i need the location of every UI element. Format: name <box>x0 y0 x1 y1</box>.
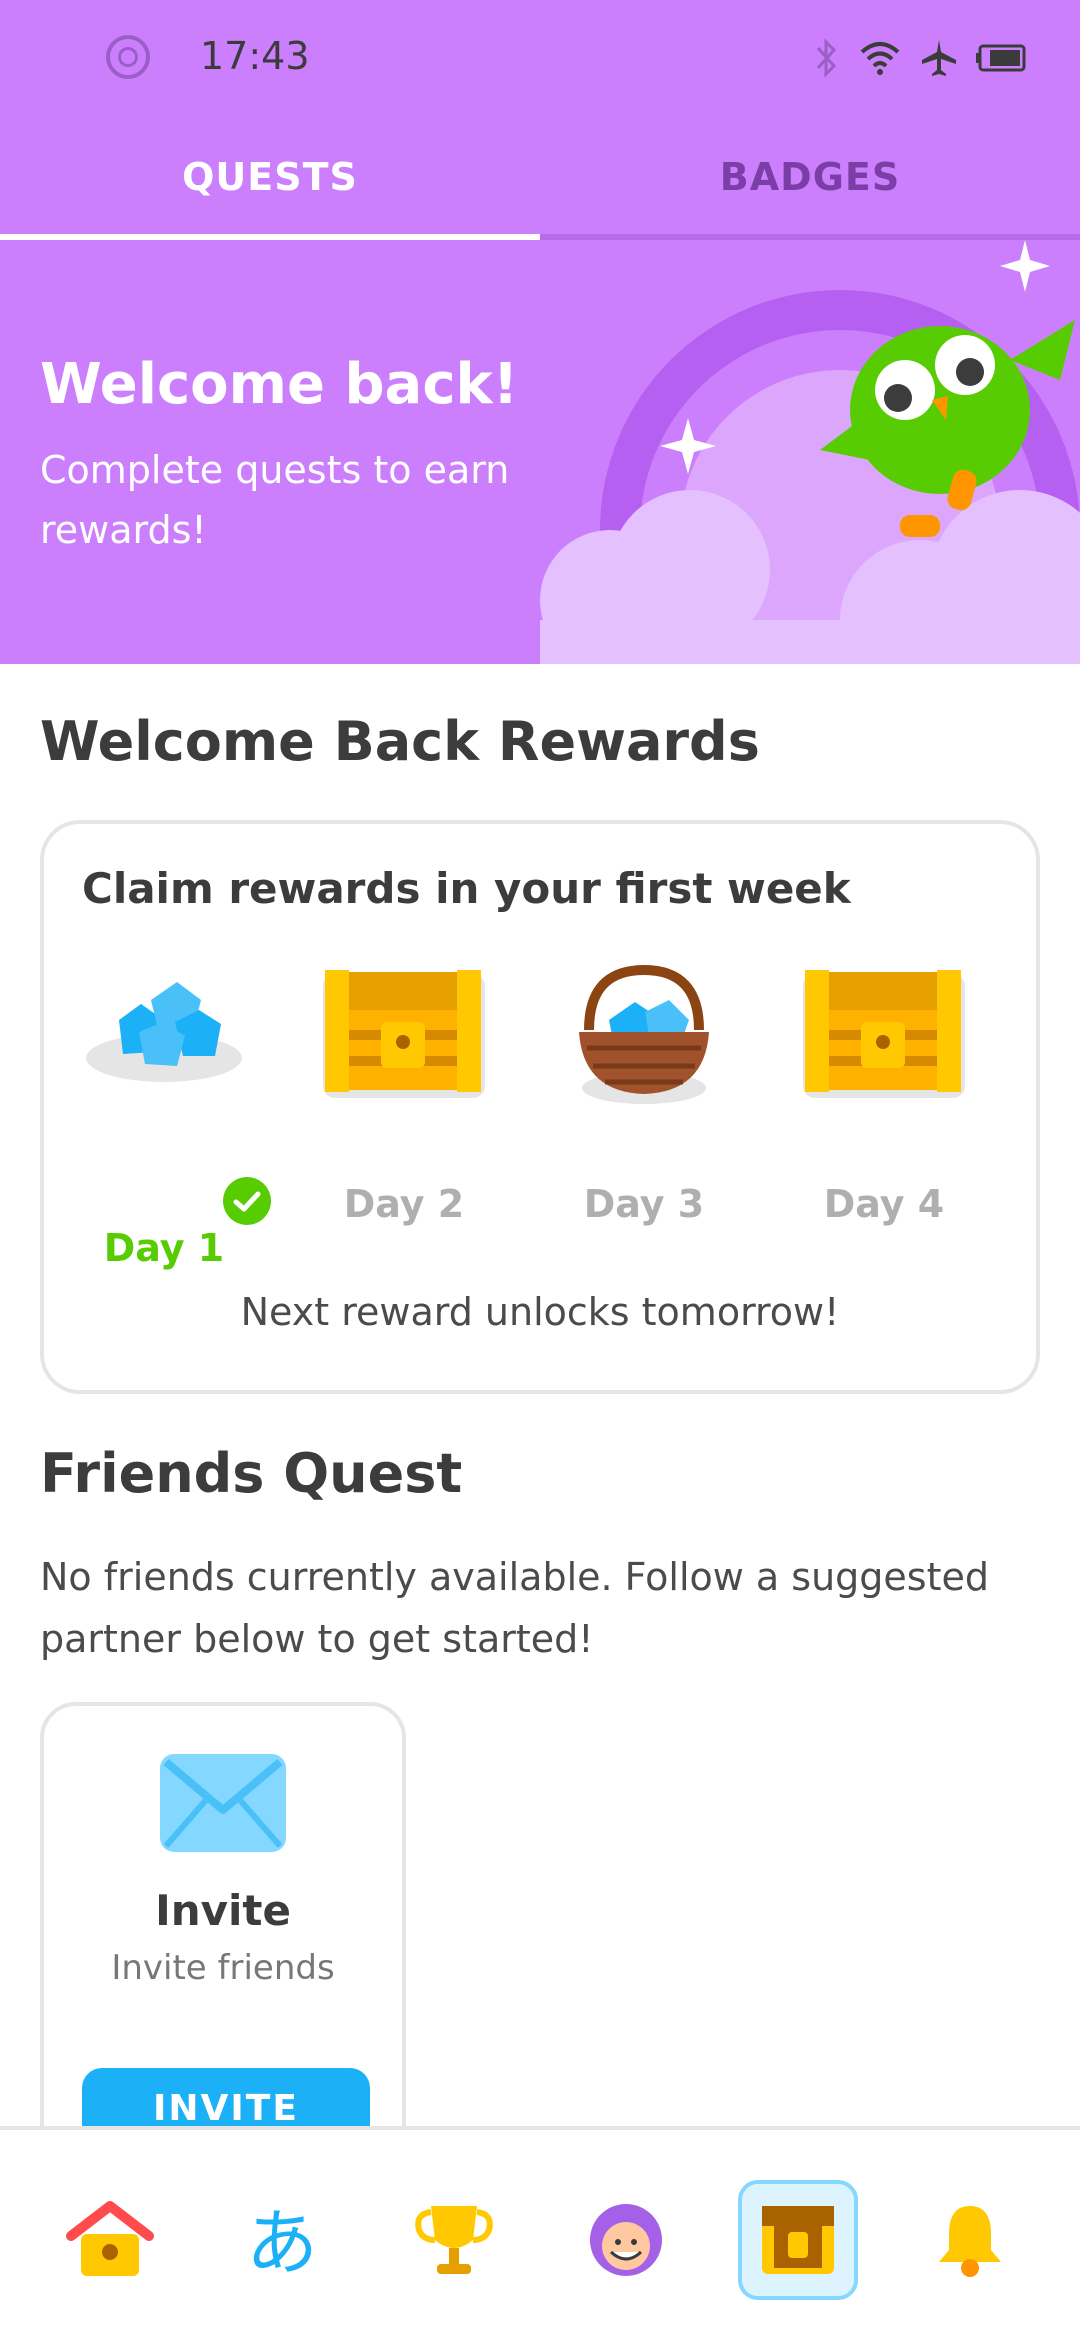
tab-bar: QUESTS BADGES <box>0 120 1080 240</box>
invite-card-subtitle: Invite friends <box>111 1948 335 1988</box>
battery-icon <box>976 44 1026 72</box>
rewards-card-title: Claim rewards in your first week <box>82 864 851 913</box>
welcome-banner: Welcome back! Complete quests to earn re… <box>0 240 1080 664</box>
rewards-heading: Welcome Back Rewards <box>40 710 760 773</box>
day-label: Day 4 <box>823 1182 945 1226</box>
rewards-card: Claim rewards in your first week Day 1 D… <box>40 820 1040 1394</box>
friends-quest-heading: Friends Quest <box>40 1442 463 1505</box>
nav-characters[interactable]: あ <box>222 2180 342 2300</box>
status-time: 17:43 <box>200 34 310 78</box>
gems-icon <box>86 982 242 1082</box>
day-label: Day 1 <box>44 1177 284 1270</box>
bluetooth-icon <box>816 38 837 78</box>
day-label: Day 3 <box>583 1182 705 1226</box>
bottom-nav: あ <box>0 2126 1080 2340</box>
envelope-icon <box>160 1754 286 1852</box>
status-bar: 17:43 <box>0 0 1080 120</box>
nav-quests[interactable] <box>738 2180 858 2300</box>
profile-icon <box>590 2204 662 2276</box>
screen-record-icon <box>106 35 150 79</box>
home-icon <box>66 2201 154 2276</box>
day-label: Day 2 <box>343 1182 465 1226</box>
chest-icon <box>803 970 965 1098</box>
quests-chest-icon <box>762 2206 834 2274</box>
invite-card-title: Invite <box>155 1886 291 1935</box>
friends-quest-description: No friends currently available. Follow a… <box>40 1555 989 1661</box>
characters-icon: あ <box>246 2201 318 2280</box>
tab-badges[interactable]: BADGES <box>540 120 1080 240</box>
rewards-footer-text: Next reward unlocks tomorrow! <box>240 1290 840 1334</box>
chest-icon <box>323 970 485 1098</box>
nav-notifications[interactable] <box>910 2180 1030 2300</box>
airplane-icon <box>922 40 956 76</box>
nav-leaderboard[interactable] <box>394 2180 514 2300</box>
reward-day-3: Day 3 <box>524 960 764 1226</box>
owl-mascot-illustration <box>540 240 1080 664</box>
nav-home[interactable] <box>50 2180 170 2300</box>
invite-card: Invite Invite friends INVITE <box>40 1702 406 2162</box>
reward-day-2: Day 2 <box>284 960 524 1226</box>
gem-basket-icon <box>579 964 709 1104</box>
banner-subtitle: Complete quests to earn rewards! <box>40 448 510 552</box>
trophy-icon <box>415 2206 493 2274</box>
tab-quests[interactable]: QUESTS <box>0 120 540 240</box>
status-icons <box>814 38 1028 78</box>
bell-icon <box>939 2206 1001 2277</box>
wifi-icon <box>860 42 900 75</box>
nav-profile[interactable] <box>566 2180 686 2300</box>
reward-day-1: Day 1 <box>44 960 284 1270</box>
reward-day-4: Day 4 <box>764 960 1004 1226</box>
check-icon <box>223 1177 271 1225</box>
banner-title: Welcome back! <box>40 352 519 417</box>
svg-text:あ: あ <box>246 2201 318 2280</box>
